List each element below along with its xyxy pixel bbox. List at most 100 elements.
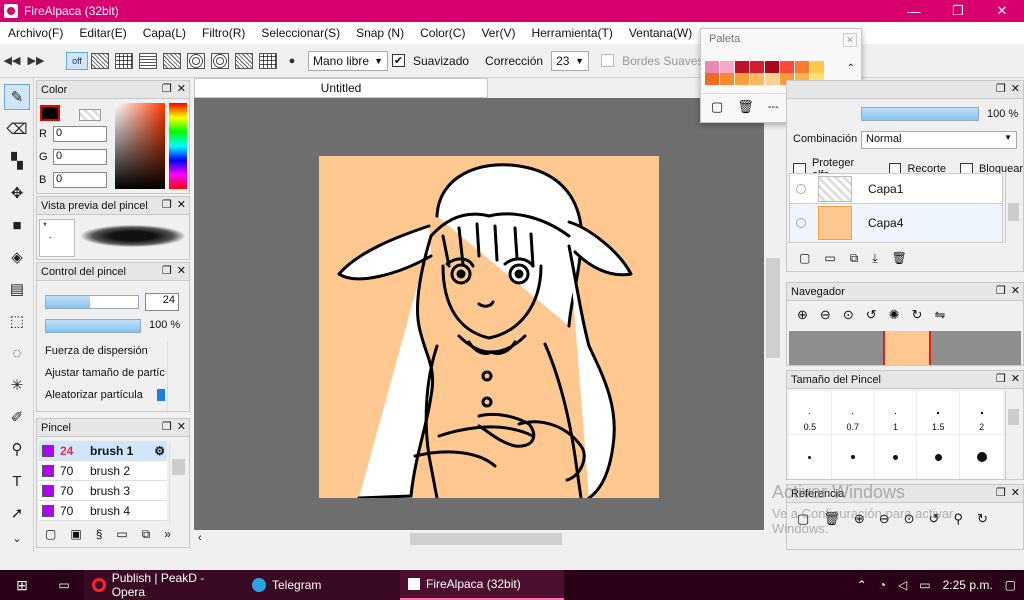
snap-vanishing-icon[interactable] [163, 52, 181, 69]
primary-color-swatch[interactable] [40, 105, 60, 121]
layer-list-scrollbar[interactable] [1005, 173, 1021, 243]
close-icon[interactable]: ✕ [177, 82, 186, 95]
keyboard-icon[interactable]: ▭ [919, 578, 930, 592]
palette-swatch[interactable] [720, 61, 734, 73]
layer-row[interactable]: Capa1 [790, 174, 1002, 204]
brush-size-cell[interactable] [917, 435, 961, 479]
brush-opacity-slider[interactable] [45, 319, 141, 333]
new-folder-icon[interactable]: ▭ [824, 251, 835, 266]
palette-swatch[interactable] [765, 61, 779, 73]
float-icon[interactable]: ❐ [996, 82, 1006, 95]
dot-tool-icon[interactable]: ▚ [4, 148, 30, 174]
brush-script-icon[interactable]: § [96, 527, 103, 542]
float-icon[interactable]: ❐ [996, 284, 1006, 297]
copy-icon[interactable]: ⧉ [142, 527, 151, 542]
brush-item[interactable]: 70 brush 2 [39, 461, 167, 481]
layer-row[interactable]: Capa4 [790, 204, 1002, 242]
brush-item[interactable]: 70 brush 4 [39, 501, 167, 521]
hue-slider[interactable] [169, 103, 187, 189]
palette-swatch[interactable] [720, 73, 734, 85]
close-icon[interactable]: ✕ [1011, 284, 1020, 297]
trash-icon[interactable]: 🗑 [737, 99, 754, 115]
palette-swatch[interactable] [705, 73, 719, 85]
palette-swatch[interactable] [705, 61, 719, 73]
move-tool-icon[interactable]: ✥ [4, 180, 30, 206]
palette-swatch[interactable] [750, 73, 764, 85]
merge-down-icon[interactable]: ⤓ [872, 251, 877, 266]
task-view-icon[interactable]: ▭ [44, 570, 84, 600]
snap-grid-icon[interactable] [115, 52, 133, 69]
brush-control-scrollbar[interactable] [167, 341, 181, 413]
close-icon[interactable]: ✕ [1011, 486, 1020, 499]
secondary-color-swatch[interactable] [79, 109, 101, 121]
scroll-left-icon[interactable]: ‹ [198, 532, 202, 544]
float-icon[interactable]: ❐ [162, 198, 172, 211]
taskbar-item-telegram[interactable]: Telegram [244, 570, 400, 600]
zoom-fit-icon[interactable]: ⊙ [843, 307, 854, 323]
menu-seleccionar[interactable]: Seleccionar(S) [253, 26, 348, 40]
menu-ventana[interactable]: Ventana(W) [621, 26, 700, 40]
palette-swatch[interactable] [810, 61, 824, 73]
folder-icon[interactable]: ▭ [116, 527, 127, 542]
brush-size-input[interactable]: 24 [145, 293, 179, 311]
menu-filtro[interactable]: Filtro(R) [194, 26, 253, 40]
canvas-horizontal-scrollbar[interactable]: ‹ [194, 530, 764, 548]
gear-icon[interactable]: ⚙ [154, 444, 165, 458]
step-forward-icon[interactable]: ▶▶ [26, 51, 46, 71]
more-icon[interactable]: » [164, 527, 171, 542]
brush-size-cell[interactable]: 2 [960, 391, 1003, 435]
fill-shape-tool-icon[interactable]: ■ [4, 212, 30, 238]
palette-swatch[interactable] [735, 61, 749, 73]
operation-tool-icon[interactable]: ➚ [4, 500, 30, 526]
text-tool-icon[interactable]: T [4, 468, 30, 494]
flip-icon[interactable]: ⇋ [934, 307, 945, 323]
pen-tool-icon[interactable]: ✎ [4, 84, 30, 110]
palette-swatch[interactable] [735, 73, 749, 85]
eye-icon[interactable] [796, 183, 806, 194]
clock[interactable]: 2:25 p.m. [943, 578, 993, 592]
snap-settings-dot-icon[interactable]: ● [282, 51, 302, 71]
menu-archivo[interactable]: Archivo(F) [0, 26, 71, 40]
magic-wand-tool-icon[interactable]: ✳ [4, 372, 30, 398]
minimize-button[interactable]: — [892, 0, 936, 22]
brush-size-cell[interactable] [960, 435, 1003, 479]
restore-button[interactable]: ❐ [936, 0, 980, 22]
close-icon[interactable]: ✕ [177, 264, 186, 277]
randomize-toggle[interactable] [157, 389, 165, 401]
brush-size-slider[interactable] [45, 295, 139, 309]
notification-icon[interactable]: ▢ [1005, 578, 1016, 592]
eyedropper-tool-icon[interactable]: ⚲ [4, 436, 30, 462]
select-tool-icon[interactable]: ⬚ [4, 308, 30, 334]
zoom-out-icon[interactable]: ⊖ [820, 307, 831, 323]
close-icon[interactable]: ✕ [1011, 82, 1020, 95]
close-icon[interactable]: ✕ [1011, 372, 1020, 385]
blend-mode-select[interactable]: Normal ▼ [861, 131, 1017, 149]
artboard[interactable] [319, 156, 659, 498]
snap-3d-icon[interactable] [259, 52, 277, 69]
snap-curve-icon[interactable] [235, 52, 253, 69]
speaker-icon[interactable]: ◁ [898, 578, 907, 592]
duplicate-brush-icon[interactable]: ▣ [70, 527, 81, 542]
r-input[interactable]: 0 [53, 126, 107, 142]
navigator-viewport[interactable] [883, 331, 931, 365]
gradient-tool-icon[interactable]: ▤ [4, 276, 30, 302]
taskbar-item-opera[interactable]: Publish | PeakD - Opera [84, 570, 244, 600]
brush-size-cell[interactable]: 0.7 [831, 391, 875, 435]
eraser-tool-icon[interactable]: ⌫ [4, 116, 30, 142]
palette-swatch[interactable] [780, 61, 794, 73]
close-icon[interactable]: ✕ [177, 420, 186, 433]
brush-size-cell[interactable] [875, 435, 918, 479]
palette-swatch[interactable] [750, 61, 764, 73]
float-icon[interactable]: ❐ [162, 420, 172, 433]
correction-select[interactable]: 23 ▼ [551, 50, 590, 71]
select-pen-tool-icon[interactable]: ✐ [4, 404, 30, 430]
zoom-in-icon[interactable]: ⊕ [797, 307, 808, 323]
snap-parallel-icon[interactable] [91, 52, 109, 69]
saturation-value-picker[interactable] [115, 103, 165, 189]
close-button[interactable]: ✕ [980, 0, 1024, 22]
menu-herramienta[interactable]: Herramienta(T) [523, 26, 620, 40]
duplicate-layer-icon[interactable]: ⧉ [850, 251, 859, 266]
brush-mode-select[interactable]: Mano libre ▼ [308, 50, 388, 71]
taskbar-item-firealpaca[interactable]: FireAlpaca (32bit) [400, 570, 564, 600]
menu-ver[interactable]: Ver(V) [473, 26, 523, 40]
